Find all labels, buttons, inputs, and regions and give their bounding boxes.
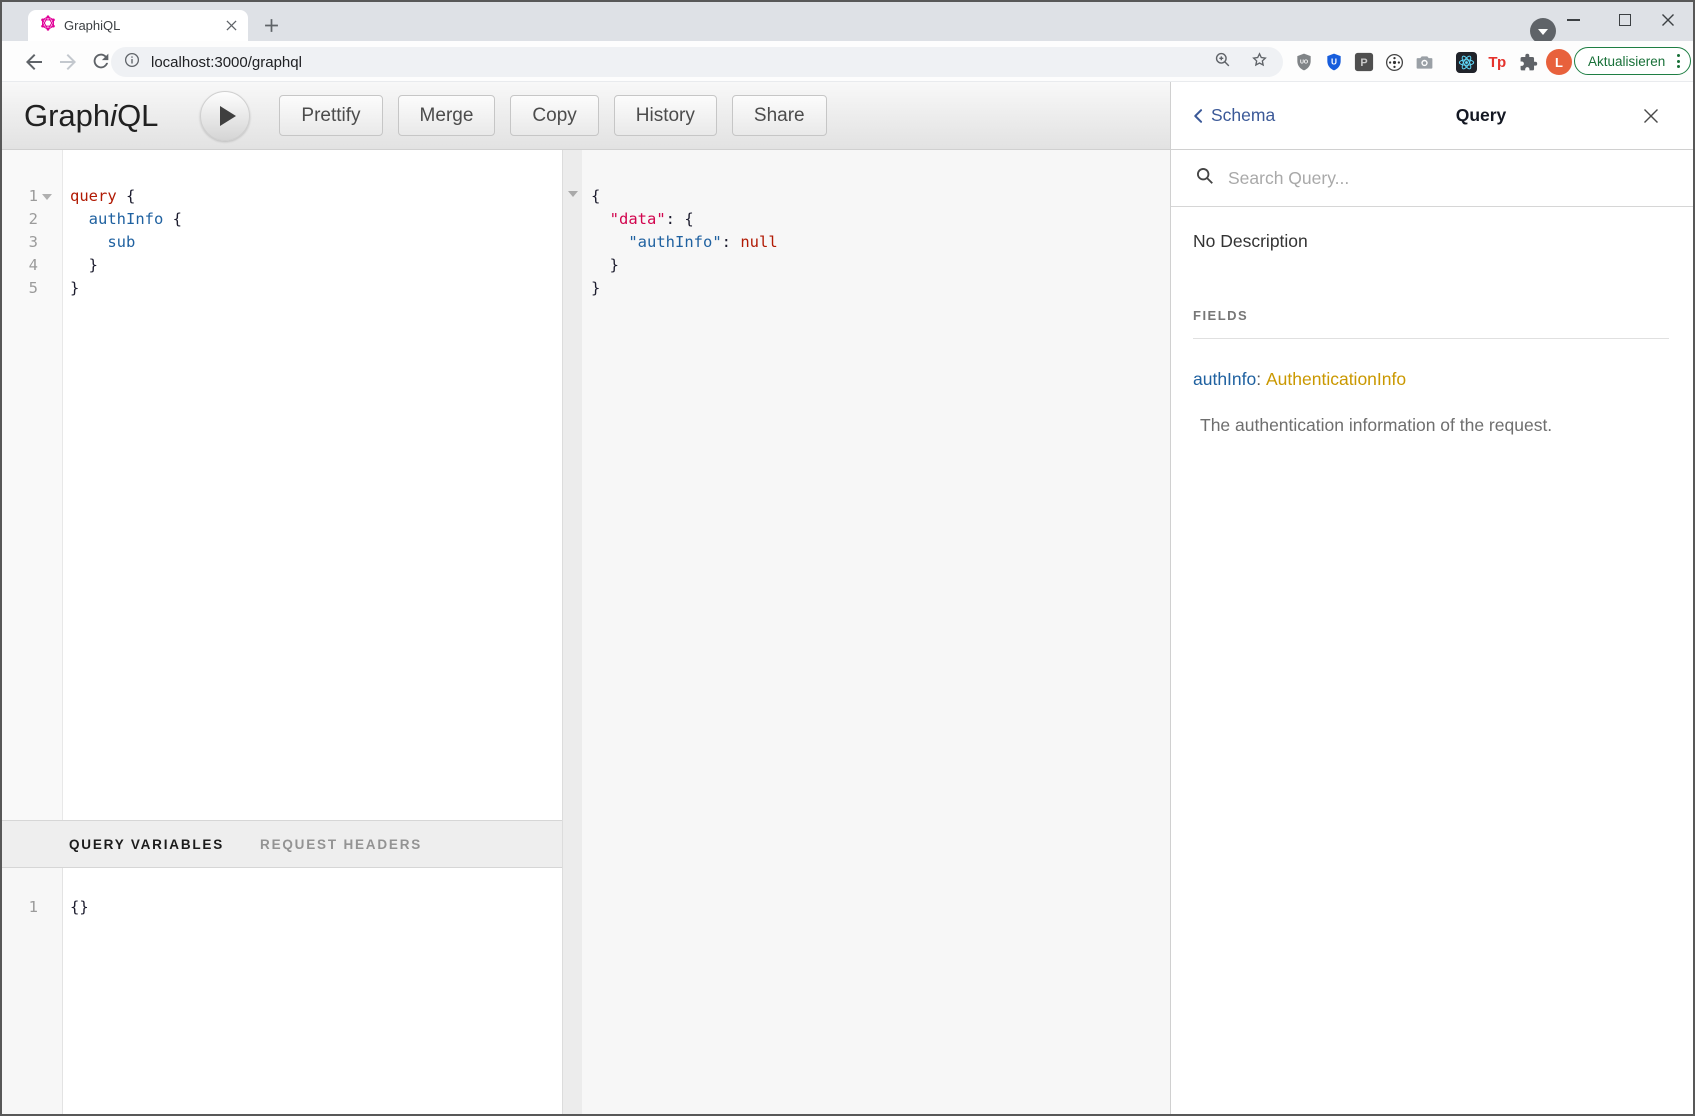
tab-request-headers[interactable]: REQUEST HEADERS [260,837,422,852]
tab-close-icon[interactable] [222,17,240,35]
fold-marker-icon[interactable] [568,191,578,197]
field-name-link[interactable]: authInfo [1193,369,1256,389]
url-text[interactable]: localhost:3000/graphql [151,54,1213,71]
doc-back-link[interactable]: Schema [1189,105,1275,126]
graphql-favicon-icon [40,15,56,36]
browser-update-button[interactable]: Aktualisieren [1574,47,1691,75]
ublock-extension-icon[interactable]: UO [1293,51,1315,73]
field-type-link[interactable]: AuthenticationInfo [1266,369,1406,389]
graphiql-main: GraphiQL Prettify Merge Copy History Sha… [2,82,1170,1114]
doc-explorer-header: Schema Query [1171,82,1693,150]
query-editor-gutter: 12345 [2,150,63,820]
doc-field-row: authInfo: AuthenticationInfo [1193,369,1669,390]
tab-title: GraphiQL [64,18,222,33]
extensions-puzzle-icon[interactable] [1517,51,1539,73]
search-icon [1195,166,1215,191]
graphiql-topbar: GraphiQL Prettify Merge Copy History Sha… [2,82,1170,150]
crosshair-extension-icon[interactable] [1383,51,1405,73]
browser-tab[interactable]: GraphiQL [28,10,248,41]
back-button-icon[interactable] [22,50,46,74]
doc-explorer: Schema Query No Description FIELDS authI… [1170,82,1693,1114]
history-button[interactable]: History [614,95,717,136]
query-editor-code[interactable]: query { authInfo { sub }} [63,150,562,820]
window-minimize-button[interactable] [1558,8,1588,32]
graphiql-logo: GraphiQL [24,98,158,134]
variables-editor-code[interactable]: {} [63,868,562,1114]
zoom-icon[interactable] [1213,50,1232,74]
doc-body: No Description FIELDS authInfo: Authenti… [1171,207,1693,436]
profile-avatar[interactable]: L [1546,49,1572,75]
query-editor-pane: 12345 query { authInfo { sub }} QUERY VA… [2,150,562,1114]
result-pane: { "data": { "authInfo": null }} [582,150,1170,1114]
forward-button-icon[interactable] [56,50,80,74]
doc-close-icon[interactable] [1639,104,1663,128]
variables-tab-bar: QUERY VARIABLES REQUEST HEADERS [2,820,562,868]
react-devtools-extension-icon[interactable] [1455,51,1477,73]
address-bar[interactable]: localhost:3000/graphql [111,47,1283,77]
result-viewer-code: { "data": { "authInfo": null }} [582,150,1170,300]
window-maximize-button[interactable] [1610,8,1640,32]
chevron-left-icon [1189,106,1209,126]
doc-title: Query [1406,105,1556,126]
svg-text:U: U [1331,57,1337,67]
chrome-menu-icon[interactable] [1673,54,1684,68]
browser-toolbar: localhost:3000/graphql UO U P Tp [2,41,1693,82]
copy-button[interactable]: Copy [510,95,598,136]
update-label: Aktualisieren [1588,54,1665,69]
doc-back-label: Schema [1211,105,1275,126]
tp-extension-icon[interactable]: Tp [1486,51,1508,73]
tab-query-variables[interactable]: QUERY VARIABLES [69,837,224,852]
play-icon [220,106,236,126]
browser-window: GraphiQL localhost:3000/gra [0,0,1695,1116]
fields-section-label: FIELDS [1193,308,1669,339]
execute-query-button[interactable] [200,91,250,141]
result-fold-gutter [562,150,582,1114]
p-extension-icon[interactable]: P [1353,51,1375,73]
window-close-button[interactable] [1653,8,1683,32]
type-description: No Description [1193,231,1669,252]
doc-search-input[interactable] [1228,168,1608,189]
prettify-button[interactable]: Prettify [279,95,382,136]
bitwarden-extension-icon[interactable]: U [1323,51,1345,73]
camera-extension-icon[interactable] [1413,51,1435,73]
share-button[interactable]: Share [732,95,827,136]
merge-button[interactable]: Merge [398,95,496,136]
variables-editor-gutter: 1 [2,868,63,1114]
svg-text:UO: UO [1300,60,1308,66]
field-description: The authentication information of the re… [1193,415,1669,436]
doc-search-row [1171,150,1693,207]
svg-text:P: P [1360,57,1367,69]
bookmark-star-icon[interactable] [1250,50,1269,74]
page-info-icon[interactable] [123,51,141,74]
tab-strip: GraphiQL [2,2,1693,41]
new-tab-button[interactable] [262,16,280,34]
field-colon: : [1256,369,1261,389]
